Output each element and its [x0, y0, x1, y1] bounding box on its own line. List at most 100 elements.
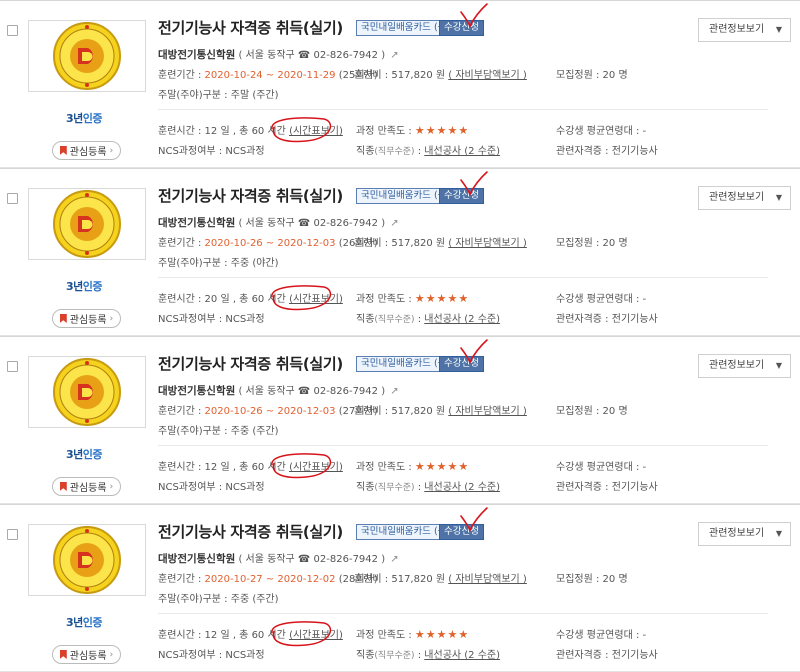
course-title[interactable]: 전기기능사 자격증 취득(실기) — [158, 17, 343, 38]
job-value[interactable]: 내선공사 (2 수준) — [424, 314, 500, 325]
favorite-button[interactable]: 관심등록 › — [52, 141, 121, 160]
qual-label: 관련자격증 : — [556, 482, 609, 493]
quota-value: 20 명 — [602, 238, 628, 249]
section-divider — [158, 445, 768, 446]
cert-text: 인증 — [82, 448, 103, 461]
hours-label: 훈련시간 : — [158, 126, 202, 137]
timetable-link[interactable]: (시간표보기) — [289, 630, 343, 641]
fee-value: 517,820 원 — [391, 574, 446, 585]
select-checkbox[interactable] — [7, 193, 18, 204]
fee-value: 517,820 원 — [391, 70, 446, 81]
select-checkbox[interactable] — [7, 25, 18, 36]
section-divider — [158, 613, 768, 614]
timetable-link[interactable]: (시간표보기) — [289, 294, 343, 305]
qual-label: 관련자격증 : — [556, 650, 609, 661]
apply-button[interactable]: 수강신청 — [439, 20, 484, 36]
weekday-value: 주말 (주간) — [230, 90, 279, 101]
institute-logo — [28, 20, 146, 92]
related-info-dropdown[interactable]: 관련정보보기 ▼ — [698, 522, 791, 546]
external-link-icon[interactable]: ↗ — [390, 50, 398, 61]
age-value: - — [642, 462, 647, 473]
institute-name[interactable]: 대방전기통신학원 — [158, 49, 235, 61]
external-link-icon[interactable]: ↗ — [390, 554, 398, 565]
certification-badge: 3년인증 — [66, 110, 103, 126]
apply-button[interactable]: 수강신청 — [439, 524, 484, 540]
bookmark-flag-icon — [59, 314, 67, 323]
seal-emblem-icon — [53, 190, 121, 258]
job-value[interactable]: 내선공사 (2 수준) — [424, 650, 500, 661]
timetable-link[interactable]: (시간표보기) — [289, 126, 343, 137]
quota-label: 모집정원 : — [556, 238, 600, 249]
qualification-row: 관련자격증 : 전기기능사 — [556, 310, 658, 325]
card-divider — [0, 504, 800, 505]
bookmark-flag-icon — [59, 482, 67, 491]
related-info-dropdown[interactable]: 관련정보보기 ▼ — [698, 354, 791, 378]
section-divider — [158, 277, 768, 278]
age-row: 수강생 평균연령대 : - — [556, 626, 646, 641]
apply-button[interactable]: 수강신청 — [439, 188, 484, 204]
quota-value: 20 명 — [602, 70, 628, 81]
self-pay-link[interactable]: ( 자비부담액보기 ) — [448, 70, 527, 81]
job-value[interactable]: 내선공사 (2 수준) — [424, 146, 500, 157]
external-link-icon[interactable]: ↗ — [390, 386, 398, 397]
job-row: 직종(직무수준) : 내선공사 (2 수준) — [356, 146, 501, 157]
weekday-label: 주말(주야)구분 : — [158, 90, 228, 101]
timetable-link[interactable]: (시간표보기) — [289, 462, 343, 473]
cert-years: 3년 — [66, 616, 83, 629]
cert-text: 인증 — [82, 112, 103, 125]
job-sub: (직무수준) — [374, 651, 415, 661]
certification-badge: 3년인증 — [66, 614, 103, 630]
cert-years: 3년 — [66, 448, 83, 461]
apply-button[interactable]: 수강신청 — [439, 356, 484, 372]
favorite-button[interactable]: 관심등록 › — [52, 309, 121, 328]
favorite-button[interactable]: 관심등록 › — [52, 477, 121, 496]
certification-badge: 3년인증 — [66, 278, 103, 294]
quota-label: 모집정원 : — [556, 70, 600, 81]
favorite-label: 관심등록 — [69, 147, 107, 158]
hours-row: 훈련시간 : 20 일 , 총 60 시간 (시간표보기) — [158, 290, 343, 305]
select-checkbox[interactable] — [7, 529, 18, 540]
favorite-button[interactable]: 관심등록 › — [52, 645, 121, 664]
seal-emblem-icon — [53, 358, 121, 426]
fee-row: 훈련비 : 517,820 원 ( 자비부담액보기 ) — [354, 570, 527, 585]
self-pay-link[interactable]: ( 자비부담액보기 ) — [448, 574, 527, 585]
course-card: 3년인증 관심등록 › 전기기능사 자격증 취득(실기) 국민내일배움카드 (근… — [0, 336, 800, 504]
ncs-value: NCS과정 — [225, 650, 265, 661]
institute-logo — [28, 356, 146, 428]
course-title[interactable]: 전기기능사 자격증 취득(실기) — [158, 521, 343, 542]
external-link-icon[interactable]: ↗ — [390, 218, 398, 229]
period-label: 훈련기간 : — [158, 574, 202, 585]
caret-down-icon: ▼ — [775, 25, 782, 34]
weekday-row: 주말(주야)구분 : 주중 (야간) — [158, 254, 279, 269]
ncs-row: NCS과정여부 : NCS과정 — [158, 142, 265, 157]
self-pay-link[interactable]: ( 자비부담액보기 ) — [448, 406, 527, 417]
institute-name[interactable]: 대방전기통신학원 — [158, 385, 235, 397]
quota-label: 모집정원 : — [556, 406, 600, 417]
weekday-value: 주중 (주간) — [230, 594, 279, 605]
institute-name[interactable]: 대방전기통신학원 — [158, 217, 235, 229]
job-label: 직종 — [356, 650, 375, 661]
job-row: 직종(직무수준) : 내선공사 (2 수준) — [356, 650, 501, 661]
job-value[interactable]: 내선공사 (2 수준) — [424, 482, 500, 493]
select-checkbox[interactable] — [7, 361, 18, 372]
course-title[interactable]: 전기기능사 자격증 취득(실기) — [158, 185, 343, 206]
qualification-row: 관련자격증 : 전기기능사 — [556, 142, 658, 157]
institute-name[interactable]: 대방전기통신학원 — [158, 553, 235, 565]
training-period-row: 훈련기간 : 2020-10-26 ~ 2020-12-03 (27회차) — [158, 402, 378, 417]
related-info-dropdown[interactable]: 관련정보보기 ▼ — [698, 186, 791, 210]
ncs-label: NCS과정여부 : — [158, 482, 223, 493]
age-value: - — [642, 294, 647, 305]
institute-row: 대방전기통신학원 ( 서울 동작구 ☎ 02-826-7942 ) ↗ — [158, 382, 399, 398]
caret-down-icon: ▼ — [775, 193, 782, 202]
qual-value: 전기기능사 — [611, 314, 658, 325]
hours-value: 12 일 , 총 60 시간 — [204, 630, 286, 641]
hours-row: 훈련시간 : 12 일 , 총 60 시간 (시간표보기) — [158, 626, 343, 641]
institute-logo — [28, 188, 146, 260]
quota-row: 모집정원 : 20 명 — [556, 66, 628, 81]
job-label: 직종 — [356, 146, 375, 157]
hours-label: 훈련시간 : — [158, 462, 202, 473]
self-pay-link[interactable]: ( 자비부담액보기 ) — [448, 238, 527, 249]
course-title[interactable]: 전기기능사 자격증 취득(실기) — [158, 353, 343, 374]
period-dates: 2020-10-27 ~ 2020-12-02 — [204, 574, 336, 585]
related-info-dropdown[interactable]: 관련정보보기 ▼ — [698, 18, 791, 42]
